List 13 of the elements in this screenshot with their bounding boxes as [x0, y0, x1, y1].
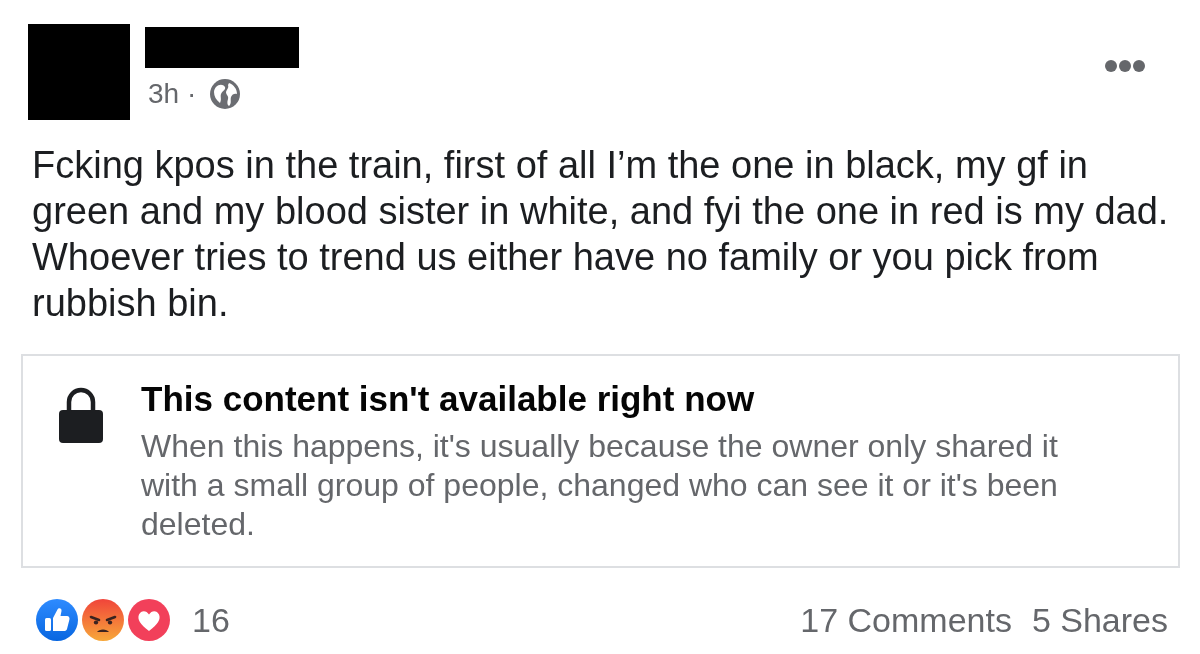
more-button[interactable] [1105, 60, 1145, 72]
thumbs-up-icon [36, 599, 78, 641]
reaction-count[interactable]: 16 [192, 600, 230, 640]
globe-icon [210, 79, 241, 109]
lock-icon [59, 387, 103, 443]
angry-face-icon [82, 599, 124, 641]
post-text: Fcking kpos in the train, first of all I’m the one in black, my gf in green and my blood sister in white, and fyi the one in red is my dad. Whoever tries to trend us either have no family or you pick from rubbish bin. [32, 143, 1170, 326]
comments-link[interactable]: 17 Comments [800, 600, 1012, 640]
more-icon [1105, 60, 1145, 72]
post-time[interactable]: 3h · [148, 79, 197, 109]
unavailable-description: When this happens, it's usually because the owner only shared it with a small group of people, changed who can see it or it's been deleted. [141, 427, 1059, 544]
unavailable-title: This content isn't available right now [141, 379, 756, 419]
shares-link[interactable]: 5 Shares [1031, 600, 1168, 640]
